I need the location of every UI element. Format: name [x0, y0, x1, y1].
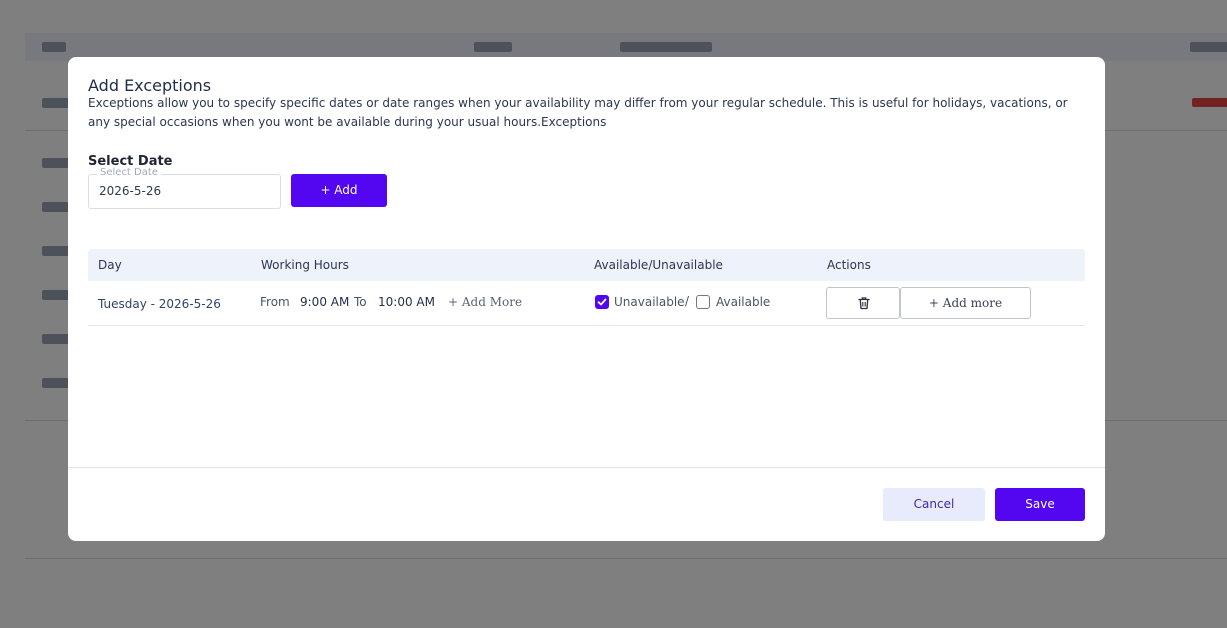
date-input-value: 2026-5-26	[99, 184, 162, 198]
date-input[interactable]: Select Date 2026-5-26	[88, 167, 281, 209]
unavailable-checkbox[interactable]	[595, 295, 609, 309]
footer-divider	[68, 467, 1105, 468]
save-button[interactable]: Save	[995, 488, 1085, 521]
exceptions-table: Day Working Hours Available/Unavailable …	[88, 249, 1085, 326]
modal-description: Exceptions allow you to specify specific…	[88, 96, 1068, 129]
header-working-hours: Working Hours	[261, 258, 349, 272]
row-day: Tuesday - 2026-5-26	[98, 297, 221, 311]
add-exceptions-modal: Add Exceptions Exceptions allow you to s…	[68, 57, 1105, 541]
header-day: Day	[98, 258, 122, 272]
available-label: Available	[716, 295, 771, 309]
trash-icon	[858, 297, 870, 310]
delete-row-button[interactable]	[826, 287, 900, 319]
check-icon	[597, 298, 607, 306]
available-checkbox[interactable]	[696, 295, 710, 309]
add-more-hours-link[interactable]: + Add More	[448, 295, 522, 309]
availability-separator: /	[685, 294, 690, 308]
from-time[interactable]: 9:00 AM	[300, 295, 349, 309]
to-label: To	[354, 295, 367, 309]
header-actions: Actions	[827, 258, 871, 272]
add-more-button[interactable]: + Add more	[900, 287, 1031, 319]
cancel-button[interactable]: Cancel	[883, 488, 985, 521]
modal-title: Add Exceptions	[88, 76, 212, 95]
header-availability: Available/Unavailable	[594, 258, 723, 272]
from-label: From	[260, 295, 290, 309]
date-input-label: Select Date	[97, 167, 161, 178]
table-row: Tuesday - 2026-5-26 From 9:00 AM To 10:0…	[88, 281, 1085, 326]
add-date-button[interactable]: + Add	[291, 174, 387, 207]
unavailable-label: Unavailable	[614, 295, 685, 309]
to-time[interactable]: 10:00 AM	[378, 295, 435, 309]
table-header: Day Working Hours Available/Unavailable …	[88, 249, 1085, 281]
